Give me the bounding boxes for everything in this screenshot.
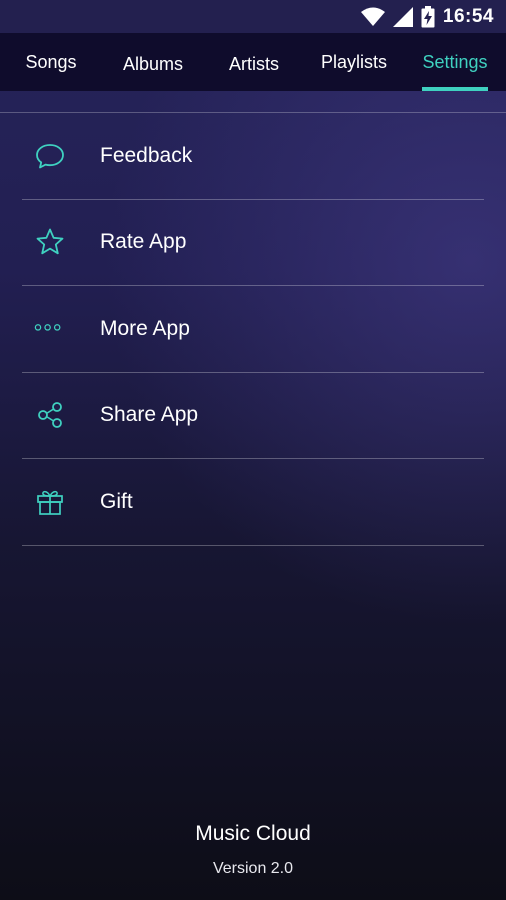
tab-bar: Songs Albums Artists Playlists Settings	[0, 33, 506, 91]
active-tab-indicator	[422, 87, 488, 91]
tab-settings[interactable]: Settings	[414, 33, 496, 91]
menu-item-rate-app[interactable]: Rate App	[22, 200, 484, 286]
more-dots-icon	[34, 313, 66, 345]
wifi-icon	[360, 7, 385, 26]
menu-item-label: Feedback	[100, 143, 193, 167]
status-bar: 16:54	[0, 0, 506, 33]
settings-menu: Feedback Rate App More App Share App Gif…	[22, 113, 484, 546]
tab-playlists[interactable]: Playlists	[308, 33, 400, 91]
tab-artists[interactable]: Artists	[212, 35, 296, 93]
speech-bubble-icon	[34, 140, 66, 172]
app-name: Music Cloud	[195, 822, 311, 845]
tab-songs[interactable]: Songs	[8, 33, 94, 91]
gift-icon	[34, 486, 66, 518]
menu-item-label: Rate App	[100, 230, 187, 254]
share-icon	[34, 399, 66, 431]
app-version: Version 2.0	[212, 860, 294, 877]
menu-item-feedback[interactable]: Feedback	[22, 113, 484, 200]
menu-item-more-app[interactable]: More App	[22, 286, 484, 373]
menu-item-label: Share App	[100, 403, 199, 427]
battery-charging-icon	[421, 5, 435, 27]
menu-item-gift[interactable]: Gift	[22, 459, 484, 546]
menu-item-share-app[interactable]: Share App	[22, 373, 484, 459]
status-time: 16:54	[442, 5, 494, 27]
menu-item-label: More App	[100, 316, 190, 340]
star-icon	[34, 226, 66, 258]
tab-albums[interactable]: Albums	[108, 35, 198, 93]
signal-icon	[392, 6, 413, 27]
menu-item-label: Gift	[100, 489, 133, 513]
